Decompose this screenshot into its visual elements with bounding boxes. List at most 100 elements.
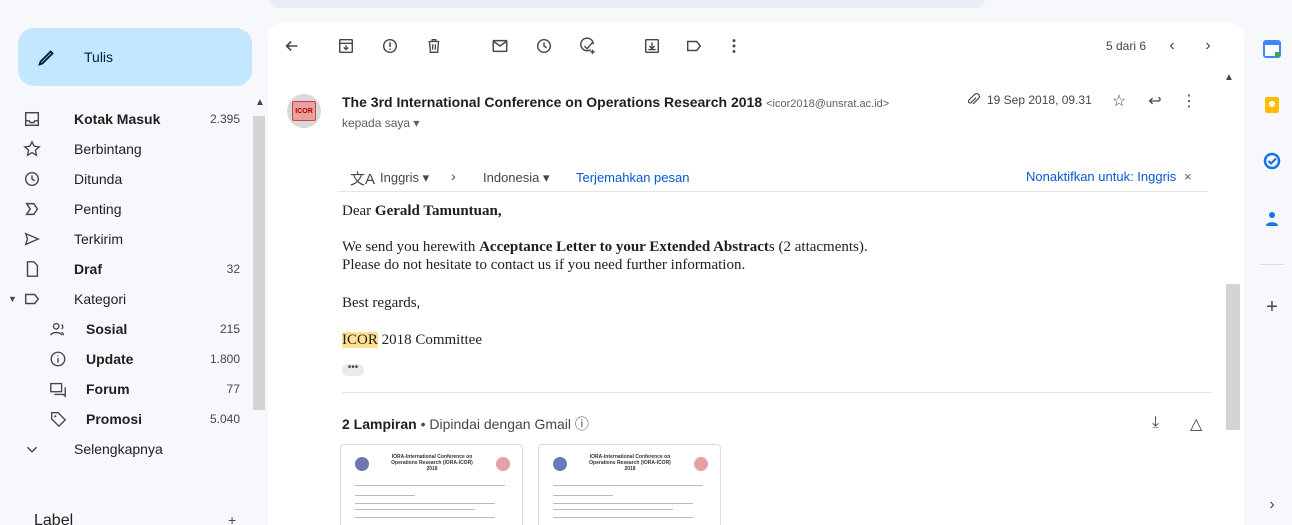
- sidebar-item-drafts[interactable]: Draf 32: [0, 254, 252, 284]
- clock-icon: [22, 169, 42, 189]
- drive-add-icon: △: [1190, 416, 1203, 433]
- translate-bar: 文A Inggris ▾ › Indonesia ▾ Terjemahkan p…: [338, 162, 1208, 192]
- signature: ICOR 2018 Committee: [342, 331, 482, 349]
- keep-icon: [1265, 97, 1279, 113]
- text-line: [355, 495, 415, 496]
- add-label-button[interactable]: +: [228, 512, 236, 525]
- sidebar-item-social[interactable]: Sosial 215: [0, 314, 252, 344]
- more-vert-icon: ⋮: [1181, 93, 1197, 110]
- sidebar-item-promotions[interactable]: Promosi 5.040: [0, 404, 252, 434]
- attachment-title: IORA-International Conference on Operati…: [589, 454, 671, 472]
- sidebar-scrollbar[interactable]: [253, 116, 265, 410]
- attachment-icon: [967, 92, 981, 105]
- sidebar-item-label: Promosi: [86, 411, 143, 427]
- star-icon: [22, 139, 42, 159]
- highlighted-term: ICOR: [342, 332, 378, 348]
- chevron-right-icon: ›: [451, 168, 456, 184]
- line1-prefix: We send you herewith: [342, 239, 480, 255]
- attachments-divider: [342, 392, 1212, 393]
- mark-unread-button[interactable]: [488, 34, 512, 58]
- text-line: [355, 517, 495, 518]
- tasks-app-button[interactable]: [1263, 152, 1281, 170]
- attachment-thumbnail[interactable]: IORA-International Conference on Operati…: [538, 444, 721, 525]
- show-trimmed-button[interactable]: •••: [342, 363, 364, 376]
- next-message-button[interactable]: ›: [1196, 34, 1220, 58]
- chevron-left-icon: ‹: [1169, 37, 1175, 54]
- close-icon[interactable]: ×: [1184, 169, 1192, 184]
- signature-rest: 2018 Committee: [377, 332, 483, 348]
- more-options-button[interactable]: [722, 34, 746, 58]
- archive-button[interactable]: [334, 34, 358, 58]
- sidebar-item-forums[interactable]: Forum 77: [0, 374, 252, 404]
- text-line: [553, 503, 693, 504]
- star-icon: ☆: [1111, 93, 1127, 110]
- translate-icon: 文A: [350, 171, 376, 188]
- attachments-header: 2 Lampiran • Dipindai dengan Gmail ⓘ: [342, 414, 589, 434]
- move-to-button[interactable]: [640, 34, 664, 58]
- sidebar-item-count: 77: [226, 382, 240, 396]
- attachment-thumbnail[interactable]: IORA-International Conference on Operati…: [340, 444, 523, 525]
- download-all-button[interactable]: ⤓: [1152, 414, 1159, 432]
- pagination-text: 5 dari 6: [1106, 39, 1147, 53]
- draft-icon: [22, 259, 42, 279]
- add-task-icon: [580, 37, 595, 55]
- compose-button[interactable]: Tulis: [18, 28, 252, 86]
- text-line: [553, 485, 703, 486]
- university-logo-icon: [553, 457, 567, 471]
- line1-bold: Acceptance Letter to your Extended Abstr…: [479, 239, 769, 255]
- sidebar-item-important[interactable]: Penting: [0, 194, 252, 224]
- attachment-title: IORA-International Conference on Operati…: [391, 454, 473, 472]
- sidebar-item-starred[interactable]: Berbintang: [0, 134, 252, 164]
- snooze-button[interactable]: [532, 34, 556, 58]
- add-task-button[interactable]: [576, 34, 600, 58]
- conference-logo-icon: [694, 457, 708, 471]
- sidebar-item-categories[interactable]: ▼ Kategori: [0, 284, 252, 314]
- reply-button[interactable]: ↩: [1144, 90, 1166, 112]
- target-language-select[interactable]: Indonesia ▾: [483, 170, 550, 186]
- disable-translate-link[interactable]: Nonaktifkan untuk: Inggris: [1026, 169, 1176, 184]
- translate-message-link[interactable]: Terjemahkan pesan: [576, 170, 689, 185]
- top-strip: [270, 0, 985, 8]
- source-language-select[interactable]: Inggris ▾: [380, 170, 429, 186]
- labels-button[interactable]: [682, 34, 706, 58]
- more-vert-icon: [732, 39, 736, 53]
- email-subject: The 3rd International Conference on Oper…: [342, 94, 763, 110]
- prev-message-button[interactable]: ‹: [1160, 34, 1184, 58]
- tasks-icon: [1263, 152, 1281, 170]
- recipient-toggle[interactable]: kepada saya ▾: [342, 116, 419, 130]
- sidebar-item-snoozed[interactable]: Ditunda: [0, 164, 252, 194]
- download-icon: ⤓: [1152, 414, 1160, 431]
- add-to-drive-button[interactable]: △: [1190, 414, 1202, 434]
- sidebar-item-label: Draf: [74, 261, 103, 277]
- sidebar-scroll-up[interactable]: ▲: [255, 97, 265, 108]
- contacts-app-button[interactable]: [1263, 210, 1281, 228]
- add-app-button[interactable]: +: [1263, 296, 1281, 318]
- expand-rail-button[interactable]: ›: [1263, 496, 1281, 514]
- message-scroll-up[interactable]: ▲: [1224, 72, 1234, 83]
- calendar-app-button[interactable]: [1263, 40, 1281, 58]
- sidebar-item-inbox[interactable]: Kotak Masuk 2.395: [0, 104, 252, 134]
- sidebar-item-updates[interactable]: Update 1.800: [0, 344, 252, 374]
- delete-button[interactable]: [422, 34, 446, 58]
- keep-app-button[interactable]: [1263, 96, 1281, 114]
- line1-suffix: s (2 attacments).: [768, 239, 868, 255]
- trash-icon: [428, 39, 440, 53]
- clock-icon: [536, 38, 552, 54]
- info-icon: [48, 349, 68, 369]
- reply-icon: ↩: [1148, 93, 1162, 110]
- chevron-right-icon: ›: [1205, 37, 1211, 54]
- attachments-scanned: • Dipindai dengan Gmail ⓘ: [416, 416, 589, 432]
- message-more-button[interactable]: ⋮: [1178, 90, 1200, 112]
- star-button[interactable]: ☆: [1108, 90, 1130, 112]
- sidebar-item-sent[interactable]: Terkirim: [0, 224, 252, 254]
- body-line-1: We send you herewith Acceptance Letter t…: [342, 238, 868, 256]
- forum-icon: [48, 379, 68, 399]
- mail-icon: [492, 39, 508, 53]
- report-spam-button[interactable]: [378, 34, 402, 58]
- back-button[interactable]: [280, 34, 304, 58]
- greeting-name: Gerald Tamuntuan,: [374, 203, 502, 219]
- email-date: 19 Sep 2018, 09.31: [965, 92, 1092, 108]
- sidebar-item-more[interactable]: Selengkapnya: [0, 434, 252, 464]
- caret-down-icon[interactable]: ▼: [8, 294, 17, 304]
- message-scrollbar[interactable]: [1226, 284, 1240, 430]
